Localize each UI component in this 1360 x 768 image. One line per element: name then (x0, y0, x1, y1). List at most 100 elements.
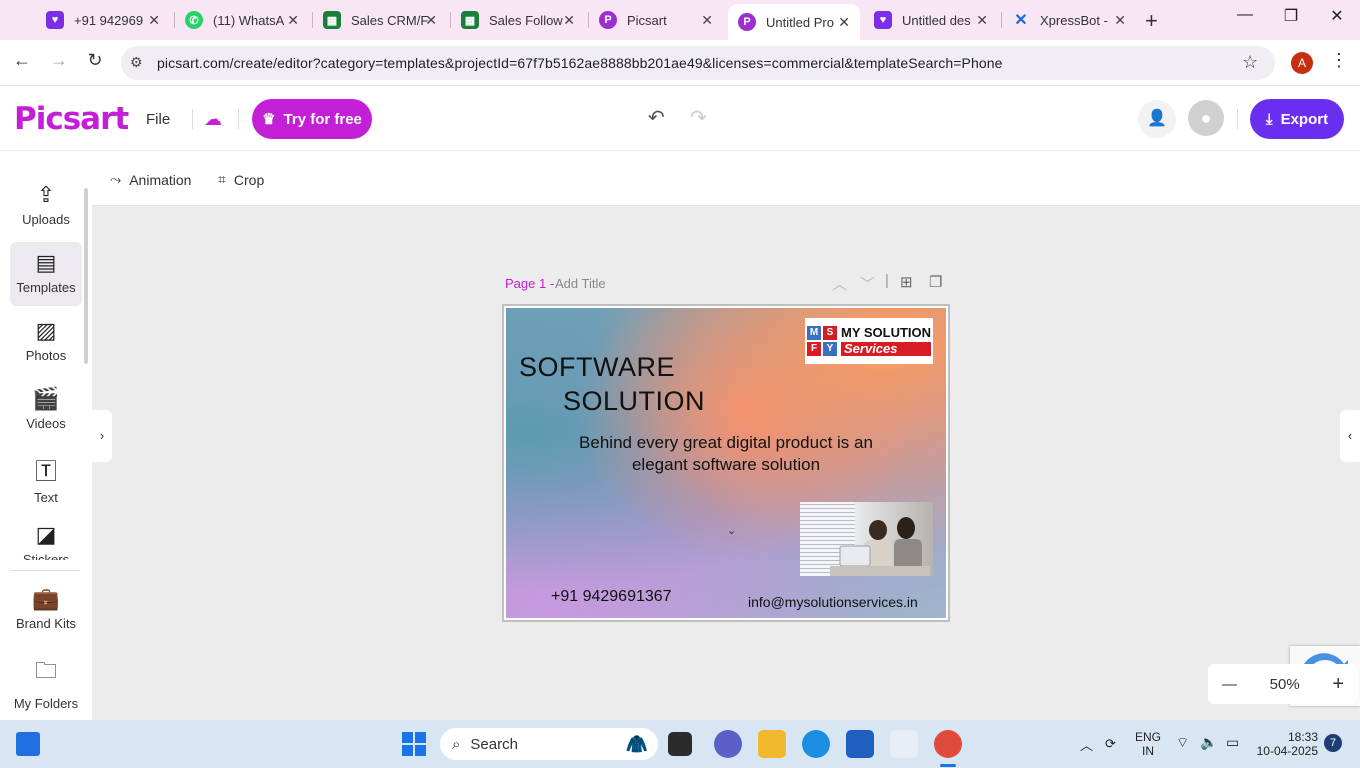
sidebar-item-photos[interactable]: ▨ Photos (10, 310, 82, 374)
zoom-in-icon[interactable]: + (1332, 673, 1344, 696)
try-for-free-label: Try for free (283, 110, 362, 128)
edge-icon[interactable] (802, 730, 830, 758)
sidebar-item-brand-kits[interactable]: 💼 Brand Kits (10, 578, 82, 642)
undo-icon[interactable]: ↶ (648, 105, 665, 130)
collapse-right-panel-icon[interactable]: ‹ (1340, 410, 1360, 462)
task-view-icon[interactable] (668, 732, 692, 756)
widgets-icon[interactable] (16, 732, 40, 756)
picsart-icon: P (738, 13, 756, 31)
url-text[interactable]: picsart.com/create/editor?category=templ… (157, 55, 1003, 71)
wifi-icon[interactable]: ⌔ (1176, 734, 1189, 752)
close-tab-icon[interactable]: ✕ (563, 12, 575, 29)
brand-logo[interactable]: M S F Y MY SOLUTION Services (805, 318, 933, 364)
clock[interactable]: 18:33 10-04-2025 (1257, 730, 1318, 758)
user-avatar[interactable]: ● (1188, 100, 1224, 136)
design-page[interactable]: SOFTWARE SOLUTION Behind every great dig… (502, 304, 950, 622)
system-tray: ︿ ⟳ (1080, 726, 1116, 762)
taskbar-search-label: Search (470, 735, 518, 753)
close-tab-icon[interactable]: ✕ (701, 12, 713, 29)
browser-tab[interactable]: ♥ +91 942969 ✕ (36, 4, 170, 36)
pen-app-icon[interactable] (890, 730, 918, 758)
sidebar-item-my-folders[interactable]: 🗀 My Folders (10, 646, 82, 711)
sidebar-item-templates[interactable]: ▤ Templates (10, 242, 82, 306)
sidebar-item-label: Stickers (22, 552, 70, 560)
taskbar-search[interactable]: ⌕ Search 🧥 (440, 728, 658, 760)
store-icon[interactable] (846, 730, 874, 758)
language-code: ENG (1135, 730, 1162, 744)
file-explorer-icon[interactable] (758, 730, 786, 758)
design-canvas[interactable]: SOFTWARE SOLUTION Behind every great dig… (506, 308, 946, 618)
profile-avatar[interactable]: A (1291, 52, 1313, 74)
crop-button[interactable]: ⌗ Crop (218, 171, 264, 188)
sidebar-item-stickers[interactable]: ◪ Stickers (10, 514, 82, 560)
page-up-icon[interactable]: ︿ (832, 273, 847, 294)
add-collaborator-icon[interactable]: 👤 (1138, 100, 1176, 138)
whatsapp-icon: ✆ (185, 11, 203, 29)
browser-tab[interactable]: P Picsart ✕ (589, 4, 723, 36)
chrome-icon[interactable] (934, 730, 962, 758)
picsart-logo[interactable]: Picsart (14, 101, 129, 137)
headline-line-2[interactable]: SOLUTION (563, 386, 705, 417)
volume-icon[interactable]: 🔈 (1200, 734, 1217, 751)
crop-label: Crop (233, 171, 265, 188)
input-language[interactable]: ENG IN (1135, 730, 1161, 758)
add-page-icon[interactable]: ⊞ (900, 273, 913, 291)
browser-tab[interactable]: ✕ XpressBot - ✕ (1002, 4, 1136, 36)
animation-button[interactable]: ⤳ Animation (110, 171, 191, 188)
close-tab-icon[interactable]: ✕ (287, 12, 299, 29)
back-icon[interactable]: ← (9, 50, 35, 71)
brand-logo-grid: M S F Y (807, 326, 837, 356)
sidebar-item-text[interactable]: 🅃 Text (10, 446, 82, 510)
page-title-input[interactable]: Add Title (555, 276, 606, 291)
context-toolbar: ⤳ Animation ⌗ Crop (92, 152, 1360, 206)
file-menu[interactable]: File (146, 111, 170, 128)
browser-tab[interactable]: ♥ Untitled des ✕ (864, 4, 998, 36)
browser-menu-icon[interactable]: ⋮ (1330, 50, 1348, 71)
close-tab-icon[interactable]: ✕ (148, 12, 160, 29)
close-window-icon[interactable]: ✕ (1322, 6, 1352, 26)
sidebar-scrollbar[interactable] (84, 188, 88, 364)
start-icon[interactable] (402, 732, 426, 756)
cloud-sync-icon[interactable]: ☁ (204, 109, 222, 130)
battery-icon[interactable]: ▭ (1226, 734, 1239, 751)
duplicate-page-icon[interactable]: ❐ (929, 273, 942, 291)
headline-line-1[interactable]: SOFTWARE (519, 352, 675, 383)
sidebar-item-label: Text (34, 490, 58, 505)
expand-panel-icon[interactable]: › (92, 410, 112, 462)
brand-name: MY SOLUTION (841, 325, 932, 340)
notification-badge[interactable]: 7 (1324, 734, 1342, 752)
region-code: IN (1142, 744, 1154, 758)
browser-tab[interactable]: ▦ Sales Follow ✕ (451, 4, 585, 36)
try-for-free-button[interactable]: ♛ Try for free (252, 99, 372, 139)
sync-icon[interactable]: ⟳ (1105, 736, 1116, 752)
new-tab-button[interactable]: + (1145, 8, 1158, 34)
sidebar-item-videos[interactable]: 🎬 Videos (10, 378, 82, 442)
site-settings-icon[interactable]: ⚙ (130, 54, 143, 71)
forward-icon[interactable]: → (46, 50, 72, 71)
browser-tab[interactable]: ✆ (11) WhatsA ✕ (175, 4, 309, 36)
zoom-out-icon[interactable]: — (1222, 676, 1237, 693)
close-tab-icon[interactable]: ✕ (425, 12, 437, 29)
team-photo[interactable] (800, 502, 933, 576)
bookmark-star-icon[interactable]: ☆ (1242, 52, 1258, 73)
tagline-text[interactable]: Behind every great digital product is an… (576, 432, 876, 476)
page-down-icon[interactable]: ﹀ (860, 273, 875, 294)
close-tab-icon[interactable]: ✕ (1114, 12, 1126, 29)
close-tab-icon[interactable]: ✕ (838, 14, 850, 31)
close-tab-icon[interactable]: ✕ (976, 12, 988, 29)
browser-tab[interactable]: ▦ Sales CRM/F ✕ (313, 4, 447, 36)
show-hidden-icons-icon[interactable]: ︿ (1080, 735, 1093, 754)
email-address[interactable]: info@mysolutionservices.in (748, 594, 918, 610)
reload-icon[interactable]: ↻ (82, 50, 108, 71)
clock-date: 10-04-2025 (1256, 744, 1318, 758)
phone-number[interactable]: +91 9429691367 (551, 588, 672, 606)
teams-icon[interactable] (714, 730, 742, 758)
zoom-level[interactable]: 50% (1270, 676, 1300, 693)
browser-tab-active[interactable]: P Untitled Pro ✕ (728, 4, 860, 40)
export-button[interactable]: ⤓ Export (1250, 99, 1344, 139)
tab-label: XpressBot - (1040, 12, 1108, 28)
restore-icon[interactable]: ❐ (1276, 6, 1306, 26)
sidebar-item-uploads[interactable]: ⇪ Uploads (10, 174, 82, 238)
redo-icon[interactable]: ↷ (690, 105, 707, 130)
minimize-icon[interactable]: — (1230, 6, 1260, 24)
